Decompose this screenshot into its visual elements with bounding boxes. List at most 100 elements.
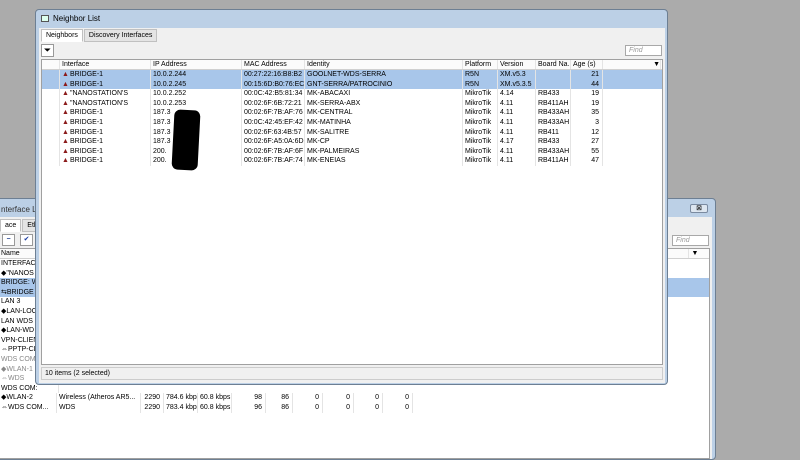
cell: RB433 bbox=[538, 90, 560, 98]
cell: MK-ENEIAS bbox=[307, 157, 346, 165]
cell: MK-PALMEIRAS bbox=[307, 147, 360, 155]
cell: 4.11 bbox=[500, 128, 514, 136]
cell: RB411AH bbox=[538, 99, 569, 107]
cell: MikroTik bbox=[465, 128, 492, 136]
table-row[interactable]: ▲BRIDGE-1 200. 00:02:6F:7B:AF:6F MK-PALMEIR… bbox=[42, 146, 662, 157]
filter-button[interactable]: ⏷ bbox=[41, 44, 54, 57]
redaction-scribble bbox=[171, 109, 201, 171]
cell: BRIDGE-1 bbox=[70, 80, 104, 88]
cell: RB411 bbox=[538, 128, 559, 136]
column-header[interactable]: Platform bbox=[463, 60, 498, 69]
cell: XM.v5.3.5 bbox=[500, 80, 532, 88]
cell: 4.17 bbox=[500, 138, 514, 146]
remove-button[interactable]: − bbox=[2, 234, 15, 246]
cell: 10.0.2.245 bbox=[153, 80, 187, 88]
cell: 27 bbox=[591, 138, 599, 146]
cell: RB433AH bbox=[538, 109, 570, 117]
cell: MikroTik bbox=[465, 138, 492, 146]
column-header[interactable]: Board Na... bbox=[536, 60, 571, 69]
enable-button[interactable]: ✔ bbox=[20, 234, 33, 246]
neighbor-icon: ▲ bbox=[62, 128, 69, 136]
column-header[interactable]: MAC Address bbox=[242, 60, 305, 69]
cell: 200. bbox=[153, 157, 167, 165]
cell: BRIDGE-1 bbox=[70, 157, 104, 165]
cell: RB433AH bbox=[538, 118, 570, 126]
cell: RB433 bbox=[538, 138, 560, 146]
tab-neighbors[interactable]: Neighbors bbox=[41, 29, 83, 42]
cell: MikroTik bbox=[465, 157, 492, 165]
tab-interface[interactable]: ace bbox=[0, 219, 22, 232]
cell: GOOLNET-WDS-SERRA bbox=[307, 71, 386, 78]
cell: 00:02:6F:A5:0A:6D bbox=[244, 138, 304, 146]
cell: XM.v5.3 bbox=[500, 71, 526, 78]
cell: 187.3 bbox=[153, 138, 171, 146]
table-row[interactable]: ▲BRIDGE-1 10.0.2.244 00:27:22:16:B8:B2 GOOL… bbox=[42, 70, 662, 80]
column-header[interactable]: IP Address bbox=[151, 60, 242, 69]
neighbor-icon: ▲ bbox=[62, 90, 69, 98]
window-icon bbox=[41, 15, 49, 22]
neighbor-icon: ▲ bbox=[62, 157, 69, 165]
cell: 10.0.2.244 bbox=[153, 71, 187, 78]
cell: BRIDGE-1 bbox=[70, 147, 104, 155]
window-title: Neighbor List bbox=[53, 14, 101, 23]
cell: 10.0.2.252 bbox=[153, 90, 187, 98]
cell: BRIDGE-1 bbox=[70, 71, 104, 78]
cell: BRIDGE-1 bbox=[70, 128, 104, 136]
cell: MK-SERRA-ABX bbox=[307, 99, 361, 107]
cell: 4.11 bbox=[500, 118, 514, 126]
table-row[interactable]: ▲BRIDGE-1 187.3 00:0C:42:45:EF:42 MK-MATINH… bbox=[42, 117, 662, 128]
column-header[interactable]: Age (s) bbox=[571, 60, 603, 69]
column-header[interactable]: Interface bbox=[60, 60, 151, 69]
cell: 4.11 bbox=[500, 99, 514, 107]
status-bar: 10 items (2 selected) bbox=[41, 367, 663, 380]
cell: 00:02:6F:6B:72:21 bbox=[244, 99, 302, 107]
table-row[interactable]: ▲"NANOSTATION'S 10.0.2.252 00:0C:42:B5:81:… bbox=[42, 89, 662, 99]
table-row[interactable]: ▲BRIDGE-1 187.3 00:02:6F:A5:0A:6D MK-CP Mikr… bbox=[42, 137, 662, 147]
cell: 187.3 bbox=[153, 109, 171, 117]
cell: BRIDGE-1 bbox=[70, 109, 104, 117]
neighbor-icon: ▲ bbox=[62, 138, 69, 146]
table-row[interactable]: ▲BRIDGE-1 200. 00:02:6F:7B:AF:74 MK-ENEIAS M… bbox=[42, 156, 662, 166]
neighbors-table: Interface IP Address MAC Address Identity Pl… bbox=[41, 59, 663, 365]
find-input[interactable]: Find bbox=[672, 235, 709, 246]
cell: RB433AH bbox=[538, 147, 570, 155]
cell: 47 bbox=[591, 157, 599, 165]
close-button[interactable]: ⊠ bbox=[690, 204, 708, 213]
cell: 00:02:6F:7B:AF:6F bbox=[244, 147, 304, 155]
table-row[interactable]: ▲"NANOSTATION'S 10.0.2.253 00:02:6F:6B:72:… bbox=[42, 98, 662, 109]
cell: MK-SALITRE bbox=[307, 128, 350, 136]
table-row[interactable]: WDS COM: bbox=[0, 383, 709, 394]
cell: 00:0C:42:B5:81:34 bbox=[244, 90, 303, 98]
cell: 187.3 bbox=[153, 128, 171, 136]
column-header[interactable]: Identity bbox=[305, 60, 463, 69]
cell: 3 bbox=[595, 118, 599, 126]
tab-discovery-interfaces[interactable]: Discovery Interfaces bbox=[83, 29, 158, 42]
column-menu-icon[interactable]: ▼ bbox=[689, 249, 701, 258]
cell: 00:15:6D:B0:76:EC bbox=[244, 80, 305, 88]
neighbor-icon: ▲ bbox=[62, 109, 69, 117]
cell: 4.11 bbox=[500, 109, 514, 117]
column-header[interactable]: Version bbox=[498, 60, 536, 69]
cell: 00:02:6F:7B:AF:76 bbox=[244, 109, 303, 117]
cell: R5N bbox=[465, 71, 480, 78]
cell: RB411AH bbox=[538, 157, 569, 165]
table-row[interactable]: ▲BRIDGE-1 10.0.2.245 00:15:6D:B0:76:EC GNT-… bbox=[42, 79, 662, 90]
table-row[interactable]: ◆WLAN-2 Wireless (Atheros AR5... 2290 784.6… bbox=[0, 393, 709, 403]
neighbor-icon: ▲ bbox=[62, 118, 69, 126]
table-row[interactable]: ▲BRIDGE-1 187.3 00:02:6F:7B:AF:76 MK-CENTRA… bbox=[42, 108, 662, 171]
neighbor-icon: ▲ bbox=[62, 71, 69, 78]
cell: 19 bbox=[591, 99, 599, 107]
cell: 4.11 bbox=[500, 157, 514, 165]
find-input[interactable]: Find bbox=[625, 45, 662, 56]
cell: 19 bbox=[591, 90, 599, 98]
cell: MikroTik bbox=[465, 99, 492, 107]
column-menu-icon[interactable]: ▼ bbox=[603, 60, 661, 69]
cell: MK-CENTRAL bbox=[307, 109, 353, 117]
cell: 4.11 bbox=[500, 147, 514, 155]
table-row[interactable]: ▲BRIDGE-1 187.3 00:02:6F:63:4B:57 MK-SALITR… bbox=[42, 127, 662, 138]
neighbor-icon: ▲ bbox=[62, 147, 69, 155]
table-row[interactable]: ⇔WDS COM... WDS 2290 783.4 kbps 60.8 kbps 96 8… bbox=[0, 402, 709, 413]
cell: 200. bbox=[153, 147, 167, 155]
cell: BRIDGE-1 bbox=[70, 138, 104, 146]
cell: MK-CP bbox=[307, 138, 330, 146]
